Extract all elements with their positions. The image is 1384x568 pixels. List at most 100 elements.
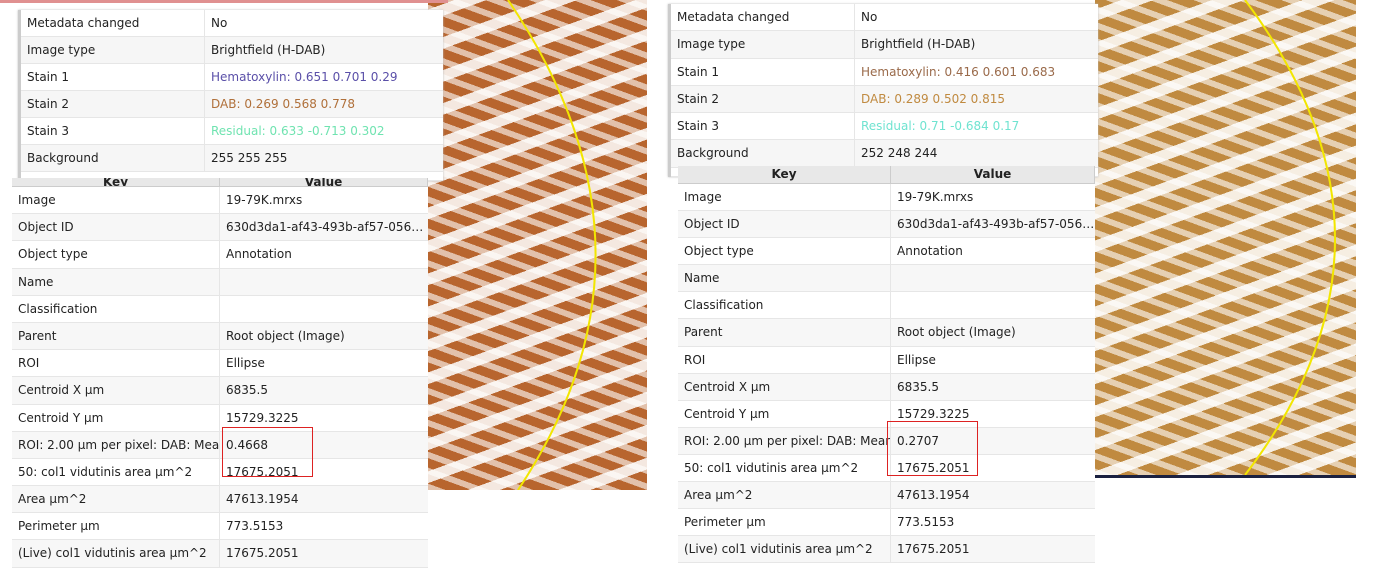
row-key: ROI: 2.00 µm per pixel: DAB: Mean bbox=[678, 427, 891, 454]
table-row[interactable]: (Live) col1 vidutinis area µm^2 17675.205… bbox=[12, 540, 428, 568]
metadata-row[interactable]: Metadata changed No bbox=[671, 4, 1098, 32]
metadata-row[interactable]: Stain 3 Residual: 0.71 -0.684 0.17 bbox=[671, 113, 1098, 141]
row-value: Root object (Image) bbox=[897, 325, 1016, 340]
table-row[interactable]: ROI Ellipse bbox=[678, 346, 1095, 374]
metadata-value: Brightfield (H-DAB) bbox=[861, 37, 976, 52]
metadata-row[interactable]: Stain 3 Residual: 0.633 -0.713 0.302 bbox=[21, 118, 443, 145]
table-row[interactable]: Parent Root object (Image) bbox=[678, 319, 1095, 347]
column-header-value[interactable]: Value bbox=[891, 166, 1095, 183]
table-row[interactable]: Perimeter µm 773.5153 bbox=[12, 513, 428, 541]
row-value bbox=[891, 265, 1095, 291]
table-row[interactable]: Object type Annotation bbox=[12, 241, 428, 269]
measurement-table-right: Key Value Image 19-79K.mrxs Object ID 630d3da… bbox=[678, 166, 1095, 564]
row-key: Centroid Y µm bbox=[12, 404, 220, 431]
row-key: Classification bbox=[12, 295, 220, 322]
metadata-row[interactable]: Stain 2 DAB: 0.269 0.568 0.778 bbox=[21, 91, 443, 118]
table-row[interactable]: Image 19-79K.mrxs bbox=[12, 187, 428, 215]
metadata-row[interactable]: Background 252 248 244 bbox=[671, 140, 1098, 168]
row-key: Centroid Y µm bbox=[678, 400, 891, 427]
table-row[interactable]: ROI Ellipse bbox=[12, 350, 428, 378]
row-value bbox=[891, 292, 1095, 318]
row-value: 6835.5 bbox=[897, 379, 939, 394]
row-key: Object ID bbox=[678, 211, 891, 238]
table-row[interactable]: Image 19-79K.mrxs bbox=[678, 184, 1095, 212]
row-key: Name bbox=[12, 268, 220, 295]
metadata-value: Brightfield (H-DAB) bbox=[211, 43, 326, 57]
table-row[interactable]: Area µm^2 47613.1954 bbox=[12, 486, 428, 514]
metadata-value: 252 248 244 bbox=[861, 146, 938, 161]
row-key: Area µm^2 bbox=[678, 482, 891, 509]
row-key: Centroid X µm bbox=[12, 377, 220, 404]
table-row[interactable]: Classification bbox=[678, 292, 1095, 320]
table-row[interactable]: (Live) col1 vidutinis area µm^2 17675.205… bbox=[678, 536, 1095, 564]
table-row[interactable]: Object type Annotation bbox=[678, 238, 1095, 266]
column-header-key[interactable]: Key bbox=[678, 166, 891, 183]
table-header: Key Value bbox=[678, 166, 1095, 184]
metadata-key: Image type bbox=[21, 37, 205, 63]
metadata-row[interactable]: Stain 2 DAB: 0.289 0.502 0.815 bbox=[671, 85, 1098, 114]
metadata-key: Background bbox=[21, 145, 205, 171]
row-value bbox=[220, 269, 428, 295]
metadata-row[interactable]: Image type Brightfield (H-DAB) bbox=[671, 31, 1098, 59]
table-row[interactable]: Name bbox=[678, 265, 1095, 293]
row-value: 17675.2051 bbox=[226, 546, 299, 561]
column-header-value[interactable]: Value bbox=[220, 178, 428, 186]
table-row[interactable]: 50: col1 vidutinis area µm^2 17675.2051 bbox=[12, 458, 428, 487]
metadata-row[interactable]: Image type Brightfield (H-DAB) bbox=[21, 37, 443, 64]
metadata-key: Stain 2 bbox=[21, 91, 205, 117]
row-key: (Live) col1 vidutinis area µm^2 bbox=[678, 536, 891, 563]
metadata-key: Stain 3 bbox=[671, 113, 855, 140]
metadata-value: DAB: 0.269 0.568 0.778 bbox=[211, 97, 356, 111]
highlight-box-right bbox=[887, 421, 978, 476]
metadata-value: No bbox=[211, 16, 228, 30]
metadata-value: No bbox=[861, 10, 878, 24]
row-key: ROI: 2.00 µm per pixel: DAB: Mean bbox=[12, 431, 220, 458]
row-key: Perimeter µm bbox=[12, 513, 220, 540]
tissue-image-left[interactable] bbox=[428, 0, 647, 490]
table-row[interactable]: Perimeter µm 773.5153 bbox=[678, 509, 1095, 537]
row-value: 47613.1954 bbox=[226, 492, 299, 507]
row-key: Image bbox=[678, 184, 891, 211]
table-row[interactable]: Parent Root object (Image) bbox=[12, 322, 428, 351]
table-row[interactable]: Name bbox=[12, 268, 428, 296]
row-value: Root object (Image) bbox=[226, 328, 345, 343]
row-key: 50: col1 vidutinis area µm^2 bbox=[12, 458, 220, 486]
metadata-row[interactable]: Stain 1 Hematoxylin: 0.651 0.701 0.29 bbox=[21, 64, 443, 91]
metadata-row[interactable]: Stain 1 Hematoxylin: 0.416 0.601 0.683 bbox=[671, 58, 1098, 86]
table-row[interactable]: Area µm^2 47613.1954 bbox=[678, 482, 1095, 510]
column-header-key[interactable]: Key bbox=[12, 178, 220, 186]
table-row[interactable]: ROI: 2.00 µm per pixel: DAB: Mean 0.4668 bbox=[12, 431, 428, 459]
table-row[interactable]: Classification bbox=[12, 295, 428, 323]
metadata-value: Residual: 0.71 -0.684 0.17 bbox=[861, 119, 1020, 134]
row-key: Perimeter µm bbox=[678, 509, 891, 536]
metadata-key: Image type bbox=[671, 31, 855, 58]
table-row[interactable]: Centroid Y µm 15729.3225 bbox=[12, 404, 428, 432]
metadata-value: Residual: 0.633 -0.713 0.302 bbox=[211, 124, 385, 138]
table-row[interactable]: Centroid X µm 6835.5 bbox=[12, 377, 428, 405]
row-value: 630d3da1-af43-493b-af57-05674... bbox=[226, 220, 428, 235]
row-value: 773.5153 bbox=[226, 519, 284, 534]
metadata-row[interactable]: Background 255 255 255 bbox=[21, 145, 443, 172]
table-row[interactable]: Object ID 630d3da1-af43-493b-af57-05674..… bbox=[678, 211, 1095, 239]
metadata-row[interactable]: Metadata changed No bbox=[21, 10, 443, 37]
row-key: ROI bbox=[678, 346, 891, 373]
row-value: 6835.5 bbox=[226, 383, 268, 398]
annotation-ellipse[interactable] bbox=[507, 0, 597, 490]
row-value: 17675.2051 bbox=[897, 542, 970, 557]
annotation-ellipse[interactable] bbox=[1244, 0, 1336, 475]
row-value: 630d3da1-af43-493b-af57-05674... bbox=[897, 217, 1095, 232]
metadata-table-right: Metadata changed No Image type Brightfield … bbox=[668, 4, 1098, 177]
table-row[interactable]: Centroid X µm 6835.5 bbox=[678, 373, 1095, 401]
row-key: (Live) col1 vidutinis area µm^2 bbox=[12, 540, 220, 567]
row-key: ROI bbox=[12, 350, 220, 377]
metadata-key: Metadata changed bbox=[21, 10, 205, 36]
metadata-table-left: Metadata changed No Image type Brightfield … bbox=[18, 10, 443, 181]
row-key: 50: col1 vidutinis area µm^2 bbox=[678, 454, 891, 482]
tissue-image-right[interactable] bbox=[1095, 0, 1356, 478]
row-key: Parent bbox=[12, 322, 220, 350]
highlight-box-left bbox=[222, 427, 313, 477]
table-row[interactable]: Object ID 630d3da1-af43-493b-af57-05674..… bbox=[12, 214, 428, 242]
table-header: Key Value bbox=[12, 178, 428, 187]
row-key: Name bbox=[678, 265, 891, 292]
row-value: 19-79K.mrxs bbox=[897, 190, 974, 204]
